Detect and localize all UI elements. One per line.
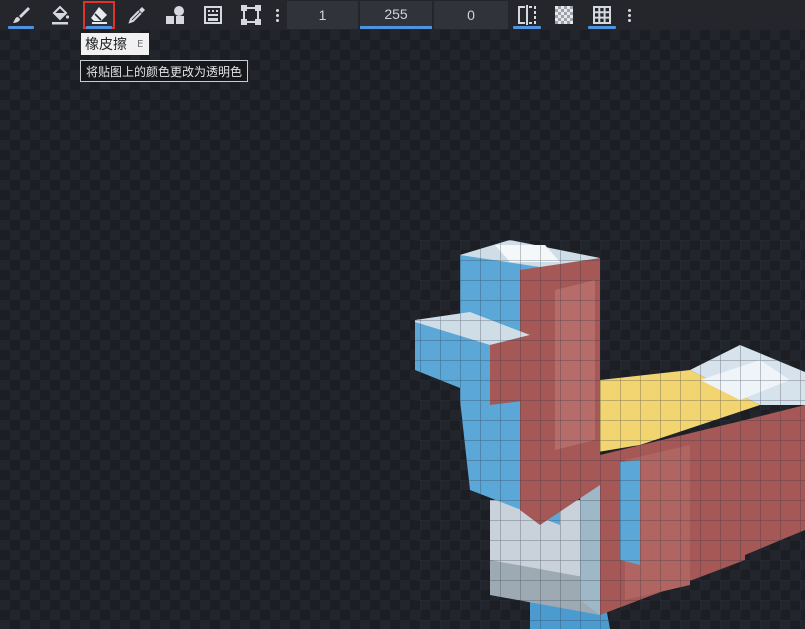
gradient-icon	[204, 6, 222, 24]
grid-toggle[interactable]	[585, 1, 619, 29]
more-options-menu-icon[interactable]	[623, 1, 635, 29]
checkerboard-icon	[555, 6, 573, 24]
mirror-toggle[interactable]	[510, 1, 544, 29]
eraser-icon	[91, 7, 107, 24]
tooltip-title-box: 橡皮擦 E	[81, 33, 150, 55]
mirror-icon	[518, 5, 536, 25]
shapes-icon	[166, 6, 184, 24]
shapes-tool-button[interactable]	[159, 1, 191, 29]
transparency-toggle[interactable]	[548, 1, 580, 29]
tooltip-description: 将贴图上的颜色更改为透明色	[80, 60, 249, 82]
tooltip-shortcut: E	[137, 38, 144, 50]
softness-field[interactable]: 0	[434, 1, 508, 29]
more-tools-menu-icon[interactable]	[271, 1, 283, 29]
paint-bucket-icon	[52, 5, 70, 25]
tooltip-title: 橡皮擦	[85, 37, 127, 53]
brush-tool-button[interactable]	[5, 1, 37, 29]
3d-viewport[interactable]	[0, 30, 805, 629]
eraser-tool-button[interactable]	[83, 1, 115, 29]
voxel-model	[415, 240, 805, 629]
brush-size-field[interactable]: 1	[287, 1, 358, 29]
eyedropper-icon	[128, 7, 145, 24]
paintbrush-icon	[13, 7, 30, 23]
fill-tool-button[interactable]	[44, 1, 76, 29]
color-picker-tool-button[interactable]	[121, 1, 153, 29]
toolbar: 1 255 0	[0, 0, 805, 31]
opacity-field[interactable]: 255	[360, 1, 432, 29]
grid-icon	[593, 6, 611, 24]
selection-tool-button[interactable]	[235, 1, 267, 29]
gradient-tool-button[interactable]	[197, 1, 229, 29]
transform-select-icon	[241, 5, 261, 25]
